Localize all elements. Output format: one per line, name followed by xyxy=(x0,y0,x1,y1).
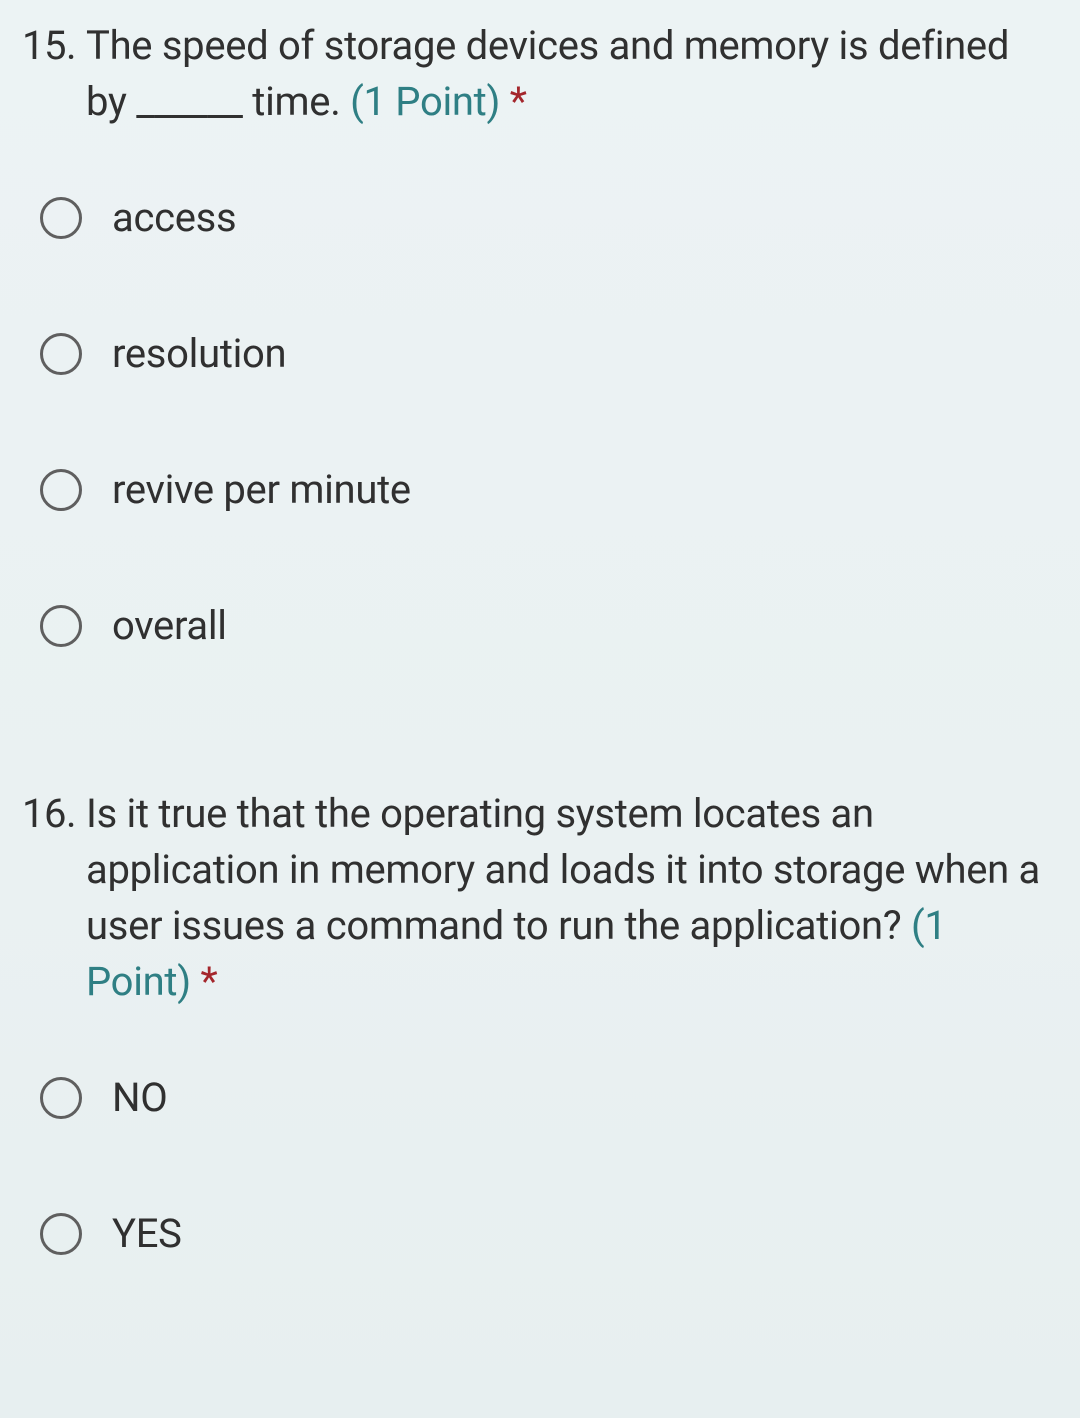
option-label: revive per minute xyxy=(112,462,411,518)
question-text: Is it true that the operating system loc… xyxy=(86,786,1050,1010)
radio-icon[interactable] xyxy=(40,333,82,375)
option-label: NO xyxy=(112,1070,167,1126)
radio-icon[interactable] xyxy=(40,197,82,239)
radio-icon[interactable] xyxy=(40,1213,82,1255)
option-label: YES xyxy=(112,1206,182,1262)
radio-icon[interactable] xyxy=(40,605,82,647)
option-access[interactable]: access xyxy=(40,190,1050,246)
question-header: 16. Is it true that the operating system… xyxy=(16,786,1050,1010)
question-text: The speed of storage devices and memory … xyxy=(86,18,1050,130)
required-indicator: * xyxy=(200,958,217,1005)
question-prompt: The speed of storage devices and memory … xyxy=(86,22,1009,125)
question-15: 15. The speed of storage devices and mem… xyxy=(0,0,1080,654)
options-list: NO YES xyxy=(16,1010,1050,1262)
option-no[interactable]: NO xyxy=(40,1070,1050,1126)
option-label: access xyxy=(112,190,236,246)
option-resolution[interactable]: resolution xyxy=(40,326,1050,382)
question-points: (1 Point) xyxy=(350,78,500,125)
radio-icon[interactable] xyxy=(40,469,82,511)
option-label: overall xyxy=(112,598,227,654)
option-revive-per-minute[interactable]: revive per minute xyxy=(40,462,1050,518)
question-header: 15. The speed of storage devices and mem… xyxy=(16,18,1050,130)
option-label: resolution xyxy=(112,326,286,382)
question-prompt: Is it true that the operating system loc… xyxy=(86,790,1040,949)
question-number: 16. xyxy=(16,786,86,1010)
option-overall[interactable]: overall xyxy=(40,598,1050,654)
option-yes[interactable]: YES xyxy=(40,1206,1050,1262)
question-number: 15. xyxy=(16,18,86,130)
options-list: access resolution revive per minute over… xyxy=(16,130,1050,654)
required-indicator: * xyxy=(510,78,527,125)
question-16: 16. Is it true that the operating system… xyxy=(0,654,1080,1262)
radio-icon[interactable] xyxy=(40,1077,82,1119)
